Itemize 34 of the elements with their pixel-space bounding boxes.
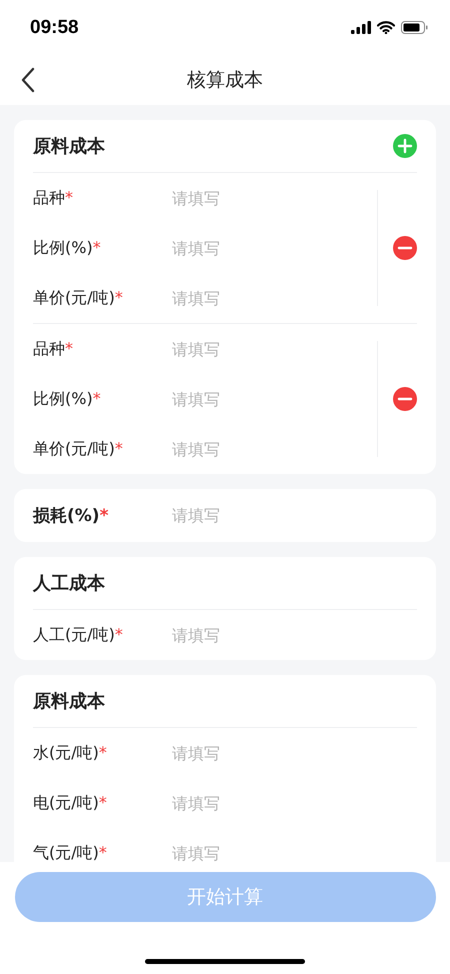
text-input[interactable]: 请填写	[172, 288, 292, 308]
field-label: 单价(元/吨)*	[33, 288, 124, 308]
back-icon[interactable]	[20, 67, 36, 93]
text-input[interactable]: 请填写	[172, 626, 292, 644]
text-input[interactable]: 请填写	[172, 188, 292, 208]
field-label: 损耗(%)*	[33, 505, 110, 527]
text-input[interactable]: 请填写	[172, 390, 292, 408]
status-time: 09:58	[30, 16, 79, 38]
field-label: 水(元/吨)*	[33, 742, 108, 764]
page-title: 核算成本	[187, 68, 263, 93]
text-input[interactable]: 请填写	[172, 340, 292, 358]
field-label: 品种*	[33, 338, 74, 360]
field-label: 气(元/吨)*	[33, 842, 108, 862]
wifi-icon	[377, 21, 395, 34]
remove-icon[interactable]	[393, 236, 417, 260]
text-input[interactable]: 请填写	[172, 844, 292, 862]
remove-icon[interactable]	[393, 387, 417, 411]
section-title: 原料成本	[33, 135, 105, 158]
field-label: 电(元/吨)*	[33, 792, 108, 814]
signal-icon	[351, 21, 371, 34]
field-label: 单价(元/吨)*	[33, 438, 124, 460]
text-input[interactable]: 请填写	[172, 440, 292, 458]
field-label: 比例(%)*	[33, 388, 102, 410]
text-input[interactable]: 请填写	[172, 744, 292, 762]
text-input[interactable]: 请填写	[172, 794, 292, 812]
field-label: 品种*	[33, 188, 74, 208]
battery-icon	[401, 21, 428, 34]
field-label: 人工(元/吨)*	[33, 624, 124, 646]
text-input[interactable]: 请填写	[172, 238, 292, 258]
text-input[interactable]: 请填写	[172, 506, 292, 525]
field-label: 比例(%)*	[33, 238, 102, 258]
add-icon[interactable]	[393, 134, 417, 158]
section-title: 原料成本	[33, 690, 105, 713]
section-title: 人工成本	[33, 572, 105, 595]
